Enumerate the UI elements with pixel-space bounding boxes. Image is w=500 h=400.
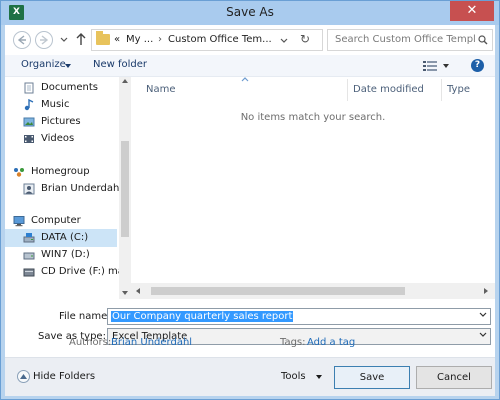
breadcrumb-overflow[interactable]: « <box>114 34 120 45</box>
authors-value[interactable]: Brian Underdahl <box>111 337 192 348</box>
help-icon[interactable]: ? <box>471 59 484 72</box>
tags-label: Tags: <box>280 337 306 348</box>
authors-label: Authors: <box>69 337 112 348</box>
scroll-right-icon[interactable] <box>484 288 489 294</box>
column-header-date-modified[interactable]: Date modified <box>353 84 424 95</box>
nav-item-data-c[interactable]: DATA (C:) <box>5 229 117 247</box>
nav-item-label: Music <box>41 99 70 110</box>
nav-item-cd-drive-f[interactable]: CD Drive (F:) mag <box>5 263 119 281</box>
recent-locations-chevron-icon[interactable] <box>60 37 68 43</box>
forward-button[interactable] <box>35 31 53 49</box>
pictures-icon <box>23 117 35 127</box>
folder-icon <box>96 31 110 45</box>
address-bar[interactable]: « My ... › Custom Office Tem... ↻ <box>91 29 323 51</box>
file-name-field[interactable]: Our Company quarterly sales report <box>107 308 491 325</box>
organize-button[interactable]: Organize <box>21 59 66 70</box>
navigation-pane: Documents Music Pictures Videos Homegrou… <box>5 77 119 299</box>
dialog-footer: Hide Folders Tools Save Cancel <box>5 357 495 396</box>
search-icon <box>478 35 488 45</box>
file-name-label: File name: <box>59 311 111 322</box>
nav-item-label: WIN7 (D:) <box>41 249 90 260</box>
nav-item-computer[interactable]: Computer <box>5 212 117 230</box>
nav-item-label: Videos <box>41 133 75 144</box>
navigation-bar: « My ... › Custom Office Tem... ↻ Search… <box>5 25 495 55</box>
dialog-body: « My ... › Custom Office Tem... ↻ Search… <box>5 25 495 396</box>
drive-icon <box>23 252 35 260</box>
view-dropdown-icon[interactable] <box>443 64 449 69</box>
cancel-button[interactable]: Cancel <box>416 366 492 389</box>
new-folder-button[interactable]: New folder <box>93 59 147 70</box>
nav-item-music[interactable]: Music <box>5 96 117 114</box>
music-icon <box>24 99 34 111</box>
nav-item-win7-d[interactable]: WIN7 (D:) <box>5 246 117 264</box>
file-name-input[interactable]: Our Company quarterly sales report <box>111 311 294 322</box>
nav-item-label: Computer <box>31 215 81 226</box>
scroll-left-icon[interactable] <box>136 288 141 294</box>
view-options-icon[interactable] <box>423 61 437 71</box>
window-title: Save As <box>226 5 274 19</box>
file-list[interactable]: Name Date modified Type No items match y… <box>131 77 495 283</box>
save-options: File name: Our Company quarterly sales r… <box>5 299 495 357</box>
scrollbar-thumb[interactable] <box>151 287 405 295</box>
navigation-pane-scrollbar[interactable] <box>119 77 131 299</box>
command-toolbar: Organize New folder ? <box>5 55 495 77</box>
scroll-up-icon[interactable] <box>122 79 128 84</box>
file-list-horizontal-scrollbar[interactable] <box>131 283 495 299</box>
scrollbar-thumb[interactable] <box>121 141 129 237</box>
add-a-tag-link[interactable]: Add a tag <box>307 337 355 348</box>
forward-arrow-icon <box>40 35 49 45</box>
close-button[interactable]: ✕ <box>450 1 494 21</box>
column-divider[interactable] <box>441 79 442 101</box>
scroll-down-icon[interactable] <box>122 291 128 296</box>
back-button[interactable] <box>13 31 31 49</box>
up-arrow-icon[interactable] <box>75 32 87 46</box>
user-icon <box>23 183 35 195</box>
save-as-type-dropdown-icon[interactable] <box>479 332 487 338</box>
nav-item-brian-underdahl[interactable]: Brian Underdahl <box>5 180 119 198</box>
drive-icon <box>23 233 35 243</box>
save-button[interactable]: Save <box>334 366 410 389</box>
nav-item-documents[interactable]: Documents <box>5 79 117 97</box>
computer-icon <box>13 216 25 227</box>
refresh-icon[interactable]: ↻ <box>300 32 310 46</box>
videos-icon <box>24 135 34 143</box>
nav-item-homegroup[interactable]: Homegroup <box>5 163 117 181</box>
title-bar[interactable]: X Save As ✕ <box>1 1 499 25</box>
organize-dropdown-icon <box>65 64 71 68</box>
nav-item-label: Documents <box>41 82 99 93</box>
search-input[interactable]: Search Custom Office Templa... <box>335 34 475 45</box>
sort-ascending-icon <box>241 77 249 82</box>
nav-item-label: Pictures <box>41 116 81 127</box>
file-name-dropdown-icon[interactable] <box>479 312 487 318</box>
breadcrumb-custom-office-templates[interactable]: Custom Office Tem... <box>168 34 272 45</box>
documents-icon <box>24 82 34 94</box>
empty-message: No items match your search. <box>240 112 386 123</box>
column-divider[interactable] <box>347 79 348 101</box>
tools-menu[interactable]: Tools <box>281 371 306 382</box>
column-header-name[interactable]: Name <box>146 84 176 95</box>
nav-item-label: CD Drive (F:) mag <box>41 266 119 277</box>
breadcrumb-separator[interactable]: › <box>158 34 162 45</box>
nav-item-pictures[interactable]: Pictures <box>5 113 117 131</box>
nav-item-label: DATA (C:) <box>41 232 89 243</box>
nav-item-label: Brian Underdahl <box>41 183 119 194</box>
tools-dropdown-icon[interactable] <box>316 375 322 380</box>
cd-drive-icon <box>23 268 35 277</box>
hide-folders-button[interactable]: Hide Folders <box>33 371 95 382</box>
homegroup-icon <box>14 168 24 177</box>
breadcrumb-my[interactable]: My ... <box>126 34 153 45</box>
column-header-type[interactable]: Type <box>447 84 470 95</box>
back-arrow-icon <box>17 35 26 45</box>
save-as-dialog: X Save As ✕ « My ... › Custom Office Tem… <box>0 0 500 400</box>
search-box[interactable]: Search Custom Office Templa... <box>327 29 493 51</box>
nav-item-videos[interactable]: Videos <box>5 130 117 148</box>
collapse-up-icon[interactable] <box>17 370 30 383</box>
nav-item-label: Homegroup <box>31 166 90 177</box>
address-dropdown-icon[interactable] <box>280 38 288 44</box>
